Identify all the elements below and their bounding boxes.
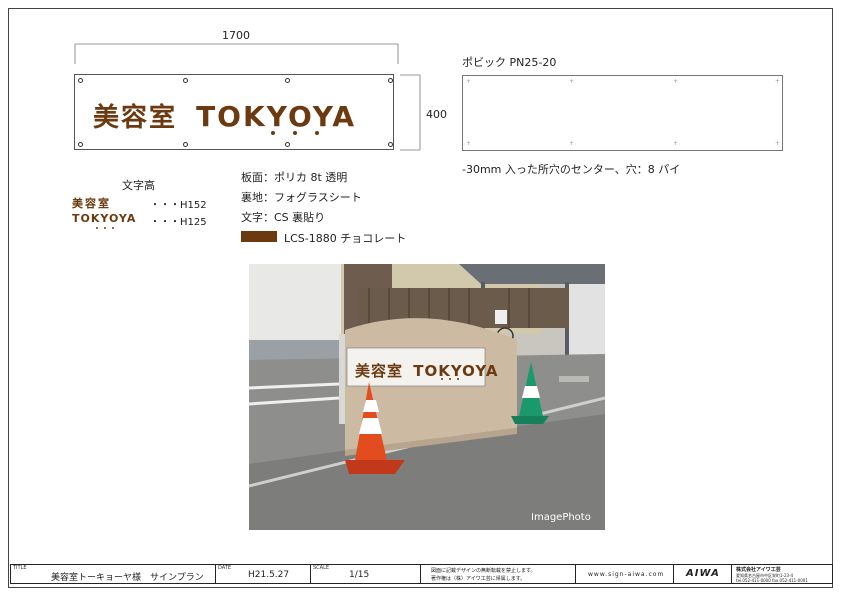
photo-sign-jp: 美容室 (355, 362, 404, 380)
spec-board: 板面：ポリカ 8t 透明 (241, 171, 348, 184)
color-swatch (241, 231, 277, 242)
title-block: TITLE 美容室トーキョーヤ様 サインプラン DATE H21.5.27 SC… (10, 564, 833, 584)
title-caption: TITLE (13, 565, 27, 571)
width-dimension-line (74, 43, 399, 64)
drawing-title: 美容室トーキョーヤ様 サインプラン (51, 573, 204, 583)
sign-name-en: TOKYOYA (196, 100, 357, 133)
drawing-date: H21.5.27 (248, 570, 290, 580)
color-swatch-label: LCS-1880 チョコレート (284, 232, 407, 245)
date-caption: DATE (218, 565, 232, 571)
spec-backing: 裏地：フォグラスシート (241, 191, 362, 204)
mount-hole (285, 142, 290, 147)
scale-caption: SCALE (313, 565, 330, 571)
notice-line-1: 図面に記載デザインの無断転載を禁止します。 (431, 568, 536, 574)
mount-hole (78, 142, 83, 147)
text-height-value-jp: ・・・H152 (150, 200, 207, 211)
sample-decor-dots (96, 227, 114, 229)
plate-label: ポビック PN25-20 (462, 56, 557, 69)
text-height-sample-en: TOKYOYA (72, 212, 137, 225)
company-logo: AIWA (686, 568, 720, 579)
company-name: 株式会社アイワ工芸 (736, 567, 781, 573)
photo-caption: ImagePhoto (531, 512, 591, 523)
mount-hole (285, 78, 290, 83)
company-tel: tel.052-411-0000 fax.052-411-0001 (736, 578, 808, 583)
sign-decor-dots (271, 131, 319, 135)
sign-logo-text: 美容室 TOKYOYA (93, 97, 356, 134)
mount-hole (388, 142, 393, 147)
mount-hole (183, 142, 188, 147)
website: www.sign-aiwa.com (588, 571, 665, 578)
mount-hole (388, 78, 393, 83)
text-height-sample-jp: 美容室 (72, 197, 111, 210)
photo-sign-text: 美容室 TOKYOYA (355, 360, 498, 381)
drawing-scale: 1/15 (349, 570, 370, 580)
spec-lettering: 文字：CS 裏貼り (241, 211, 326, 224)
plate-drawing: + + + + + + + + (462, 75, 783, 151)
notice-line-2: 著作権は（株）アイワ工芸に帰属します。 (431, 576, 526, 582)
text-height-heading: 文字高 (122, 179, 155, 192)
plate-note: -30mm 入った所穴のセンター、穴：8 パイ (462, 163, 681, 176)
height-dimension-label: 400 (426, 108, 447, 121)
sign-drawing: 美容室 TOKYOYA (74, 74, 394, 150)
sign-name-jp: 美容室 (93, 103, 178, 133)
photo-sign-dots (441, 378, 459, 380)
width-dimension-label: 1700 (222, 29, 250, 42)
mount-hole (183, 78, 188, 83)
mount-hole (78, 78, 83, 83)
text-height-value-en: ・・・H125 (150, 217, 207, 228)
height-dimension-line (400, 74, 421, 151)
site-photo: 美容室 TOKYOYA ImagePhoto (249, 264, 605, 530)
